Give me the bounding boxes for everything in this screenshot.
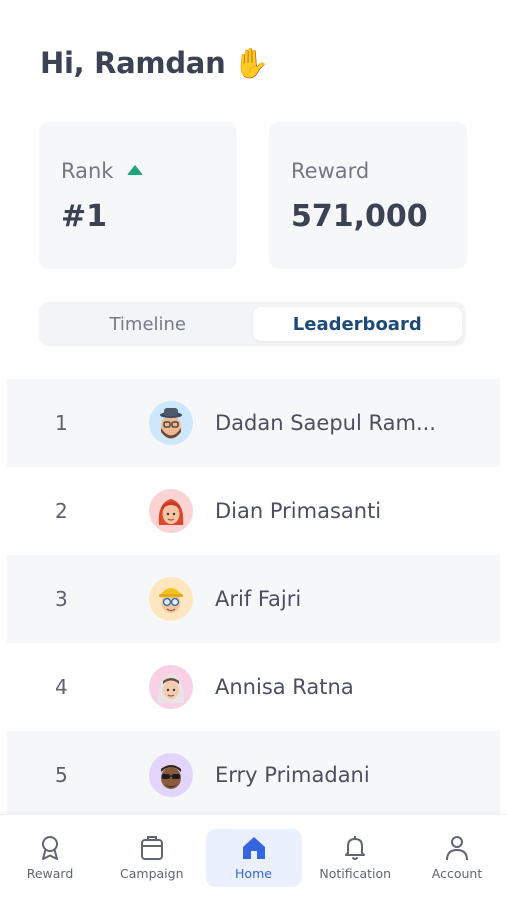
briefcase-icon	[140, 836, 163, 860]
leaderboard-row[interactable]: 4 Annisa Ratna	[7, 643, 500, 731]
nav-reward[interactable]: Reward	[2, 829, 98, 887]
nav-notification[interactable]: Notification	[307, 829, 403, 887]
reward-card[interactable]: Reward 571,000	[269, 122, 467, 269]
player-name: Dadan Saepul Ram...	[215, 411, 436, 435]
segment-tabs: Timeline Leaderboard	[39, 302, 466, 346]
reward-value: 571,000	[291, 199, 428, 234]
rank-label-row: Rank	[61, 159, 144, 183]
bell-icon	[345, 836, 366, 860]
rank-value: #1	[61, 199, 108, 234]
home-icon	[242, 837, 265, 859]
player-name: Annisa Ratna	[215, 675, 354, 699]
row-rank: 5	[55, 763, 68, 787]
row-rank: 3	[55, 587, 68, 611]
tab-leaderboard[interactable]: Leaderboard	[252, 307, 462, 341]
leaderboard-row[interactable]: 5 Erry Primadani	[7, 731, 500, 819]
leaderboard-row[interactable]: 3 Arif Fajri	[7, 555, 500, 643]
tab-timeline[interactable]: Timeline	[43, 307, 253, 341]
rank-label: Rank	[61, 159, 114, 183]
avatar-hijab-icon	[149, 665, 193, 709]
avatar-hardhat-glasses-icon	[149, 577, 193, 621]
player-name: Erry Primadani	[215, 763, 370, 787]
nav-label: Reward	[26, 866, 74, 881]
player-name: Arif Fajri	[215, 587, 302, 611]
leaderboard-row[interactable]: 2 Dian Primasanti	[7, 467, 500, 555]
greeting: Hi, Ramdan ✋	[40, 45, 270, 80]
nav-label: Home	[235, 866, 272, 881]
reward-label-row: Reward	[291, 159, 369, 183]
wave-hand-icon: ✋	[233, 45, 270, 80]
nav-campaign[interactable]: Campaign	[104, 829, 200, 887]
nav-home[interactable]: Home	[205, 828, 302, 887]
reward-label: Reward	[291, 159, 370, 183]
nav-label: Account	[431, 866, 483, 881]
trend-up-icon	[127, 165, 144, 175]
award-icon	[42, 836, 58, 860]
rank-card[interactable]: Rank #1	[39, 122, 237, 269]
row-rank: 2	[55, 499, 68, 523]
home-screen: Hi, Ramdan ✋ Rank #1 Reward 571,000 Time…	[0, 0, 507, 900]
leaderboard-row[interactable]: 1 Dadan Saepul Ram...	[7, 379, 500, 467]
avatar-sunglasses-icon	[149, 753, 193, 797]
row-rank: 4	[55, 675, 68, 699]
greeting-text: Hi, Ramdan	[40, 46, 226, 80]
avatar-red-hair-icon	[149, 489, 193, 533]
nav-label: Notification	[319, 866, 392, 881]
avatar-hat-beard-icon	[149, 401, 193, 445]
bottom-nav: Reward Campaign Home Notification Accoun…	[0, 814, 507, 900]
nav-account[interactable]: Account	[409, 829, 505, 887]
row-rank: 1	[55, 411, 68, 435]
nav-label: Campaign	[120, 866, 184, 881]
player-name: Dian Primasanti	[215, 499, 382, 523]
leaderboard-list: 1 Dadan Saepul Ram... 2 Dian Primasanti …	[7, 379, 500, 819]
user-icon	[446, 836, 468, 861]
